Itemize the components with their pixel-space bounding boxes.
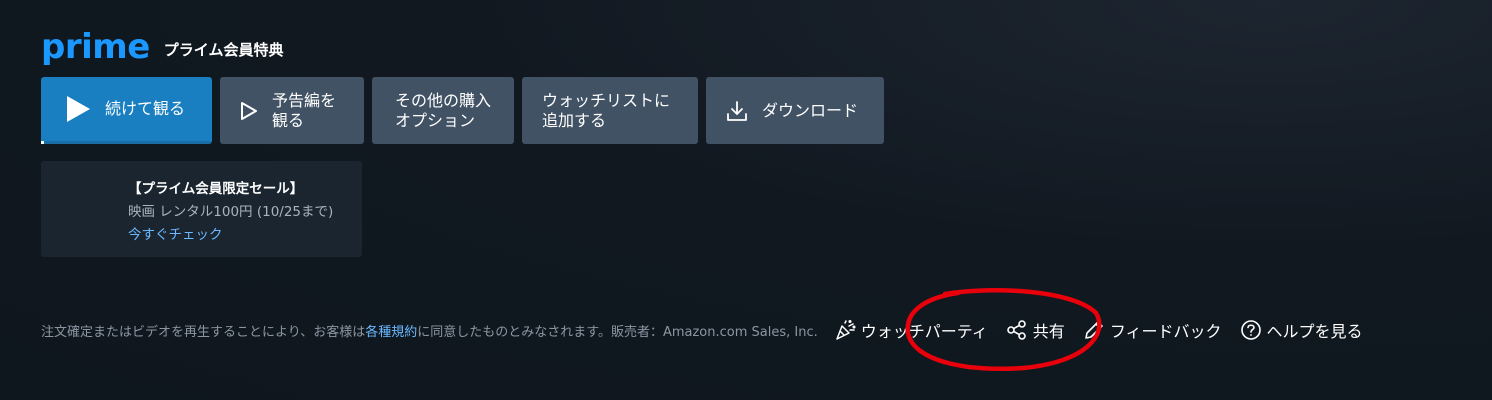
play-outline-icon bbox=[240, 101, 258, 121]
continue-watching-button[interactable]: 続けて観る bbox=[41, 77, 212, 144]
watch-trailer-label: 予告編を 観る bbox=[272, 90, 337, 130]
add-to-watchlist-label: ウォッチリストに 追加する bbox=[542, 90, 671, 130]
download-label: ダウンロード bbox=[762, 100, 859, 120]
feedback-label: フィードバック bbox=[1109, 322, 1222, 341]
red-annotation-circle bbox=[905, 288, 1102, 371]
play-filled-icon bbox=[65, 95, 91, 123]
prime-logo: prime bbox=[41, 27, 150, 67]
footer-bar: 注文確定またはビデオを再生することにより、お客様は各種規約に同意したものとみなさ… bbox=[41, 318, 1481, 342]
help-label: ヘルプを見る bbox=[1266, 322, 1363, 341]
party-popper-icon bbox=[834, 319, 856, 341]
playback-progress-indicator bbox=[41, 141, 44, 144]
add-to-watchlist-button[interactable]: ウォッチリストに 追加する bbox=[522, 77, 698, 144]
action-buttons: 続けて観る 予告編を 観る その他の購入 オプション ウォッチリストに 追加する… bbox=[41, 77, 884, 144]
legal-notice: 注文確定またはビデオを再生することにより、お客様は各種規約に同意したものとみなさ… bbox=[41, 324, 818, 340]
promo-title: 【プライム会員限定セール】 bbox=[128, 181, 304, 197]
brand-header: prime プライム会員特典 bbox=[41, 30, 283, 64]
help-button[interactable]: ヘルプを見る bbox=[1240, 318, 1363, 342]
terms-link[interactable]: 各種規約 bbox=[365, 325, 417, 340]
other-purchase-options-button[interactable]: その他の購入 オプション bbox=[372, 77, 514, 144]
download-button[interactable]: ダウンロード bbox=[706, 77, 884, 144]
download-icon bbox=[726, 100, 748, 122]
promo-check-link[interactable]: 今すぐチェック bbox=[128, 224, 362, 247]
prime-sale-promo: 【プライム会員限定セール】 映画 レンタル100円 (10/25まで) 今すぐチ… bbox=[41, 161, 362, 257]
prime-benefit-label: プライム会員特典 bbox=[163, 41, 284, 59]
feedback-button[interactable]: フィードバック bbox=[1083, 318, 1222, 342]
other-purchase-options-label: その他の購入 オプション bbox=[394, 90, 491, 130]
promo-subtitle: 映画 レンタル100円 (10/25まで) bbox=[128, 204, 334, 220]
continue-watching-label: 続けて観る bbox=[105, 99, 186, 118]
help-circle-icon bbox=[1240, 319, 1262, 341]
watch-trailer-button[interactable]: 予告編を 観る bbox=[220, 77, 364, 144]
